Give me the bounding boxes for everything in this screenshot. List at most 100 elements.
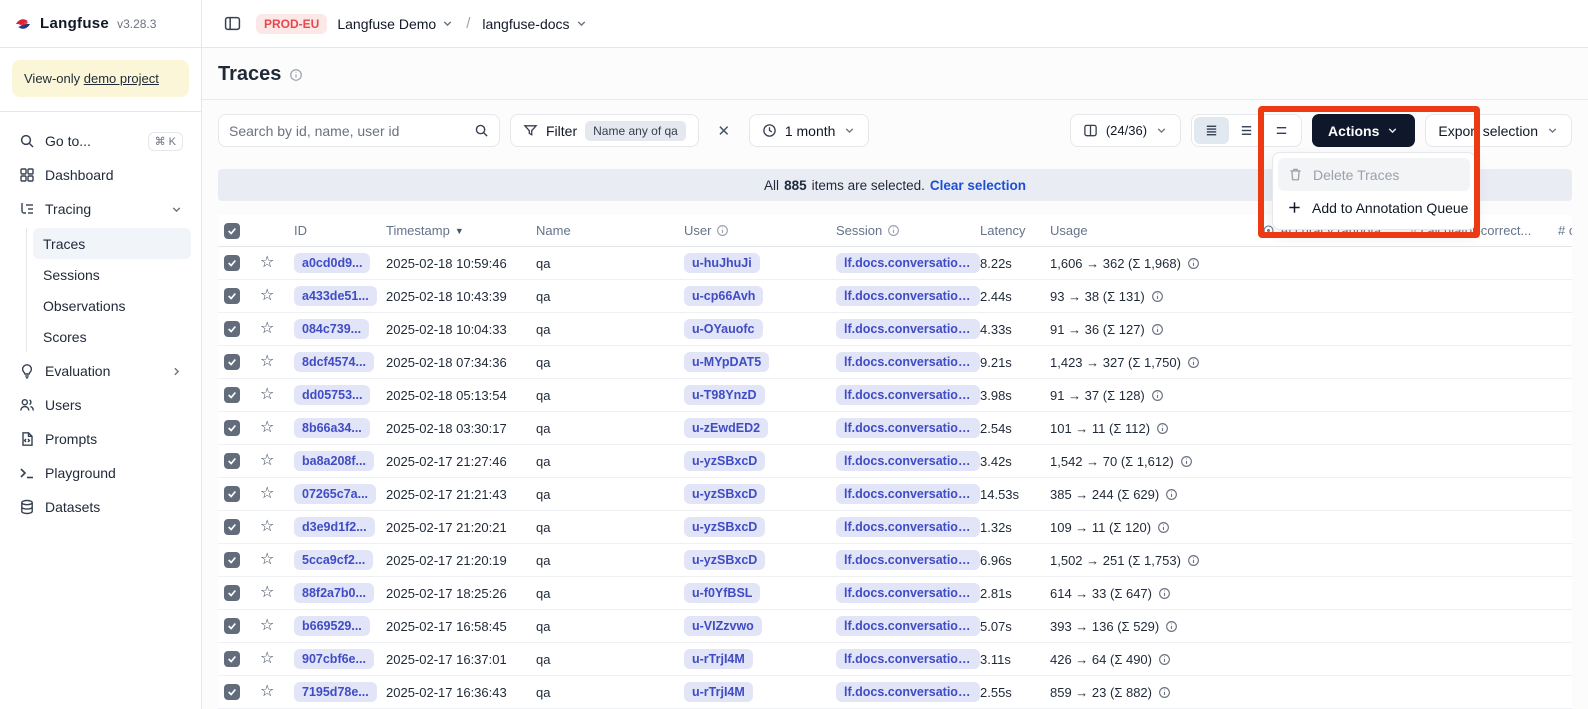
sidebar-toggle-icon[interactable] [218,10,246,38]
session-badge[interactable]: lf.docs.conversation... [836,649,980,669]
clear-filter-icon[interactable]: ✕ [709,116,739,146]
session-badge[interactable]: lf.docs.conversation... [836,484,980,504]
info-icon[interactable] [1165,620,1178,633]
info-icon[interactable] [1151,389,1164,402]
trace-id-badge[interactable]: b669529... [294,616,370,636]
column-header-session[interactable]: Session [836,223,980,238]
search-icon[interactable] [474,123,489,138]
bookmark-star-icon[interactable]: ☆ [260,255,274,271]
row-checkbox[interactable] [224,618,240,634]
user-badge[interactable]: u-zEwdED2 [684,418,768,438]
user-badge[interactable]: u-T98YnzD [684,385,765,405]
session-badge[interactable]: lf.docs.conversation... [836,517,980,537]
sidebar-item-prompts[interactable]: Prompts [10,422,191,456]
row-checkbox[interactable] [224,651,240,667]
row-checkbox[interactable] [224,684,240,700]
org-selector[interactable]: Langfuse Demo [337,16,454,32]
column-header-name[interactable]: Name [536,223,684,238]
trace-id-badge[interactable]: a0cd0d9... [294,253,370,273]
session-badge[interactable]: lf.docs.conversation... [836,253,980,273]
bookmark-star-icon[interactable]: ☆ [260,618,274,634]
bookmark-star-icon[interactable]: ☆ [260,585,274,601]
bookmark-star-icon[interactable]: ☆ [260,420,274,436]
menu-item-add-to-annotation-queue[interactable]: Add to Annotation Queue [1278,191,1470,224]
columns-button[interactable]: (24/36) [1070,114,1181,147]
row-checkbox[interactable] [224,387,240,403]
sidebar-item-go-to[interactable]: Go to... ⌘ K [10,124,191,158]
session-badge[interactable]: lf.docs.conversation... [836,418,980,438]
bookmark-star-icon[interactable]: ☆ [260,453,274,469]
user-badge[interactable]: u-yzSBxcD [684,517,765,537]
info-icon[interactable] [1180,455,1193,468]
trace-id-badge[interactable]: dd05753... [294,385,370,405]
sidebar-item-datasets[interactable]: Datasets [10,490,191,524]
user-badge[interactable]: u-OYauofc [684,319,763,339]
export-selection-button[interactable]: Export selection [1425,114,1572,147]
trace-id-badge[interactable]: 5cca9cf2... [294,550,373,570]
row-height-large-icon[interactable] [1264,117,1299,144]
trace-id-badge[interactable]: 88f2a7b0... [294,583,374,603]
info-icon[interactable] [1187,257,1200,270]
project-selector[interactable]: langfuse-docs [482,16,587,32]
column-header-user[interactable]: User [684,223,836,238]
column-header--c[interactable]: # c... [1558,223,1572,238]
session-badge[interactable]: lf.docs.conversation... [836,682,980,702]
clear-selection-link[interactable]: Clear selection [930,178,1026,193]
session-badge[interactable]: lf.docs.conversation... [836,451,980,471]
row-checkbox[interactable] [224,288,240,304]
row-checkbox[interactable] [224,519,240,535]
bookmark-star-icon[interactable]: ☆ [260,651,274,667]
trace-id-badge[interactable]: 8b66a34... [294,418,370,438]
column-header-id[interactable]: ID [294,223,386,238]
bookmark-star-icon[interactable]: ☆ [260,519,274,535]
info-icon[interactable] [1187,554,1200,567]
row-height-medium-icon[interactable] [1229,117,1264,144]
user-badge[interactable]: u-yzSBxcD [684,550,765,570]
row-checkbox[interactable] [224,453,240,469]
trace-id-badge[interactable]: 7195d78e... [294,682,377,702]
sidebar-item-sessions[interactable]: Sessions [33,259,191,290]
session-badge[interactable]: lf.docs.conversation... [836,583,980,603]
user-badge[interactable]: u-yzSBxcD [684,484,765,504]
actions-button[interactable]: Actions [1312,114,1415,147]
trace-id-badge[interactable]: ba8a208f... [294,451,374,471]
user-badge[interactable]: u-rTrjI4M [684,682,753,702]
bookmark-star-icon[interactable]: ☆ [260,486,274,502]
sidebar-item-traces[interactable]: Traces [33,228,191,259]
time-range-button[interactable]: 1 month [749,114,870,147]
info-icon[interactable] [1156,422,1169,435]
row-checkbox[interactable] [224,486,240,502]
user-badge[interactable]: u-VIZzvwo [684,616,762,636]
trace-id-badge[interactable]: 8dcf4574... [294,352,374,372]
user-badge[interactable]: u-huJhuJi [684,253,760,273]
sidebar-item-playground[interactable]: Playground [10,456,191,490]
demo-project-link[interactable]: demo project [84,71,159,86]
trace-id-badge[interactable]: 084c739... [294,319,369,339]
user-badge[interactable]: u-rTrjI4M [684,649,753,669]
row-checkbox[interactable] [224,354,240,370]
sidebar-item-scores[interactable]: Scores [33,321,191,352]
sidebar-item-tracing[interactable]: Tracing [10,192,191,226]
info-icon[interactable] [1158,653,1171,666]
info-icon[interactable] [1158,686,1171,699]
session-badge[interactable]: lf.docs.conversation... [836,352,980,372]
search-input[interactable] [229,123,466,139]
trace-id-badge[interactable]: 907cbf6e... [294,649,374,669]
trace-id-badge[interactable]: d3e9d1f2... [294,517,375,537]
bookmark-star-icon[interactable]: ☆ [260,387,274,403]
filter-button[interactable]: Filter Name any of qa [510,114,699,147]
user-badge[interactable]: u-MYpDAT5 [684,352,769,372]
info-icon[interactable] [1158,587,1171,600]
session-badge[interactable]: lf.docs.conversation... [836,319,980,339]
trace-id-badge[interactable]: a433de51... [294,286,377,306]
sidebar-item-users[interactable]: Users [10,388,191,422]
info-icon[interactable] [1187,356,1200,369]
column-header-usage[interactable]: Usage [1050,223,1262,238]
info-icon[interactable] [1157,521,1170,534]
row-checkbox[interactable] [224,585,240,601]
info-icon[interactable] [1151,323,1164,336]
bookmark-star-icon[interactable]: ☆ [260,354,274,370]
info-icon[interactable] [1165,488,1178,501]
user-badge[interactable]: u-f0YfBSL [684,583,760,603]
session-badge[interactable]: lf.docs.conversation... [836,616,980,636]
